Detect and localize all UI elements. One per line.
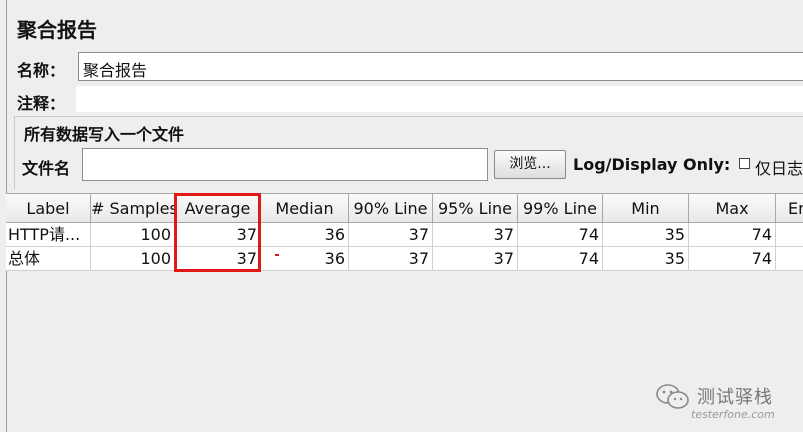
table-cell[interactable]: HTTP请... [6, 223, 91, 247]
table-cell[interactable]: 74 [518, 223, 603, 247]
log-display-only-label: Log/Display Only: [573, 155, 731, 174]
watermark-url: testerfone.com [691, 408, 775, 421]
table-cell[interactable]: 100 [91, 247, 175, 271]
filename-input[interactable] [82, 148, 488, 181]
table-cell[interactable]: 36 [261, 223, 349, 247]
table-cell[interactable]: 37 [349, 247, 433, 271]
column-header-error[interactable]: Er [776, 193, 803, 223]
comment-label: 注释： [17, 94, 66, 113]
column-header-samples[interactable]: # Samples [91, 193, 175, 223]
column-header-min[interactable]: Min [603, 193, 689, 223]
file-group-title: 所有数据写入一个文件 [24, 125, 185, 144]
table-cell[interactable]: 37 [433, 223, 518, 247]
table-cell[interactable]: 74 [518, 247, 603, 271]
errors-only-checkbox[interactable] [739, 158, 750, 169]
table-cell[interactable]: 74 [689, 247, 776, 271]
table-cell[interactable]: 36 [261, 247, 349, 271]
column-header-label[interactable]: Label [6, 193, 91, 223]
name-field[interactable]: 聚合报告 [78, 52, 803, 81]
table-cell[interactable]: 37 [433, 247, 518, 271]
table-cell[interactable]: 35 [603, 223, 689, 247]
table-cell[interactable]: 74 [689, 223, 776, 247]
table-cell[interactable]: 37 [349, 223, 433, 247]
watermark-name: 测试驿栈 [697, 387, 773, 408]
filename-label: 文件名 [22, 159, 71, 178]
table-cell[interactable] [776, 223, 803, 247]
column-header-90-line[interactable]: 90% Line [349, 193, 433, 223]
name-label: 名称： [17, 61, 66, 80]
wechat-icon [656, 384, 689, 409]
average-highlight-box [174, 193, 261, 272]
column-header-99-line[interactable]: 99% Line [518, 193, 603, 223]
table-cell[interactable]: 总体 [6, 247, 91, 271]
table-cell[interactable] [776, 247, 803, 271]
annotation-mark [275, 254, 279, 256]
errors-only-label: 仅日志 [755, 159, 803, 178]
comment-field[interactable] [76, 86, 803, 112]
column-header-95-line[interactable]: 95% Line [433, 193, 518, 223]
page-title: 聚合报告 [17, 18, 97, 42]
column-header-max[interactable]: Max [689, 193, 776, 223]
table-cell[interactable]: 35 [603, 247, 689, 271]
table-cell[interactable]: 100 [91, 223, 175, 247]
browse-button[interactable]: 浏览... [494, 150, 566, 179]
column-header-median[interactable]: Median [261, 193, 349, 223]
